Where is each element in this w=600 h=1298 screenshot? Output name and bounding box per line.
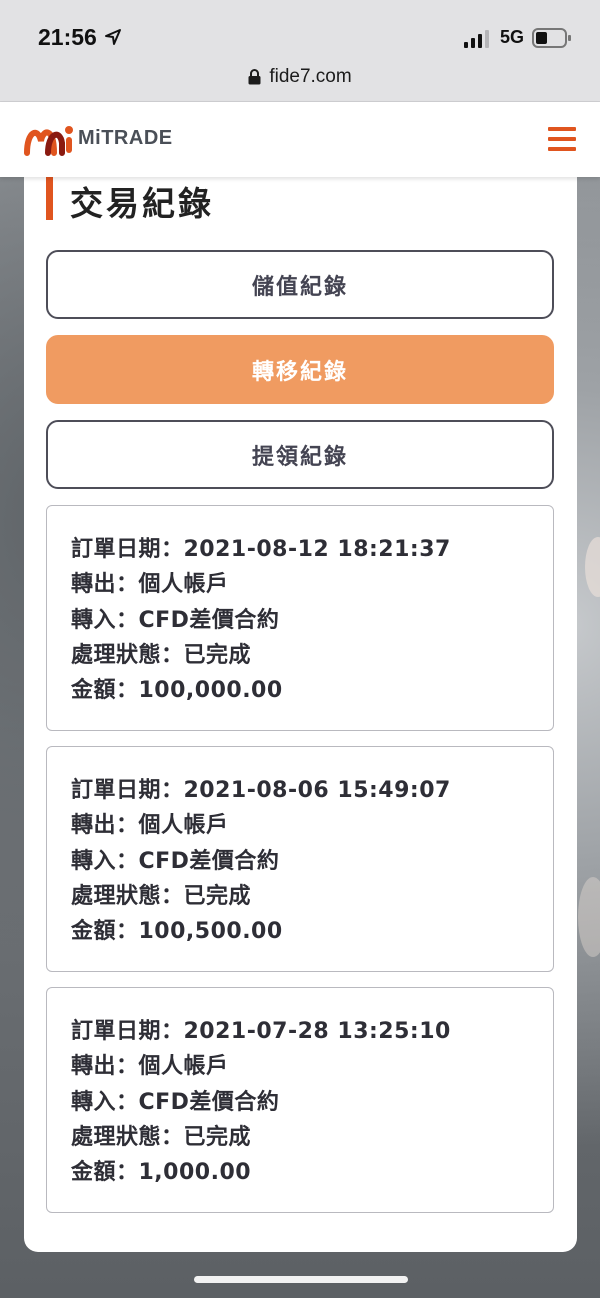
record-transfer-out: 轉出：個人帳戶 [71,572,229,598]
title-accent-bar [46,177,53,220]
address-bar[interactable]: fide7.com [0,62,600,92]
status-time: 21:56 [38,24,97,50]
cellular-signal-icon [464,30,489,48]
tab-transfer-records[interactable]: 轉移紀錄 [46,335,554,404]
record-status: 處理狀態：已完成 [71,1124,252,1150]
background-decoration [585,537,600,597]
record-amount: 金額：100,500.00 [71,919,283,945]
record-transfer-out: 轉出：個人帳戶 [71,1054,229,1080]
transaction-records-card: 交易紀錄 儲值紀錄 轉移紀錄 提領紀錄 訂單日期：2021-08-12 18:2… [24,177,577,1252]
background-decoration [578,877,600,957]
status-bar: 21:56 5G fide7.com [0,0,600,102]
network-type: 5G [500,27,525,47]
record-amount: 金額：1,000.00 [71,1160,252,1186]
mitrade-logo-icon [24,126,73,156]
location-arrow-icon [105,29,121,45]
record-status: 處理狀態：已完成 [71,883,252,909]
record-order-date: 訂單日期：2021-08-06 15:49:07 [71,778,451,803]
home-indicator[interactable] [194,1276,408,1283]
tab-deposit-records[interactable]: 儲值紀錄 [46,250,554,319]
transfer-record: 訂單日期：2021-08-06 15:49:07 轉出：個人帳戶 轉入：CFD差… [46,746,554,972]
battery-icon [532,28,571,48]
brand-name: MiTRADE [78,127,173,149]
record-order-date: 訂單日期：2021-07-28 13:25:10 [71,1019,451,1044]
record-transfer-in: 轉入：CFD差價合約 [71,607,280,633]
record-order-date: 訂單日期：2021-08-12 18:21:37 [71,537,451,562]
transfer-record: 訂單日期：2021-08-12 18:21:37 轉出：個人帳戶 轉入：CFD差… [46,505,554,731]
record-transfer-out: 轉出：個人帳戶 [71,813,229,839]
tab-withdrawal-records[interactable]: 提領紀錄 [46,420,554,489]
record-amount: 金額：100,000.00 [71,678,283,704]
url-text: fide7.com [269,66,352,87]
lock-icon [248,69,261,85]
record-transfer-in: 轉入：CFD差價合約 [71,1089,280,1115]
hamburger-menu-icon[interactable] [548,126,576,152]
transfer-record: 訂單日期：2021-07-28 13:25:10 轉出：個人帳戶 轉入：CFD差… [46,987,554,1213]
record-status: 處理狀態：已完成 [71,642,252,668]
record-transfer-in: 轉入：CFD差價合約 [71,848,280,874]
page-title: 交易紀錄 [70,184,214,223]
